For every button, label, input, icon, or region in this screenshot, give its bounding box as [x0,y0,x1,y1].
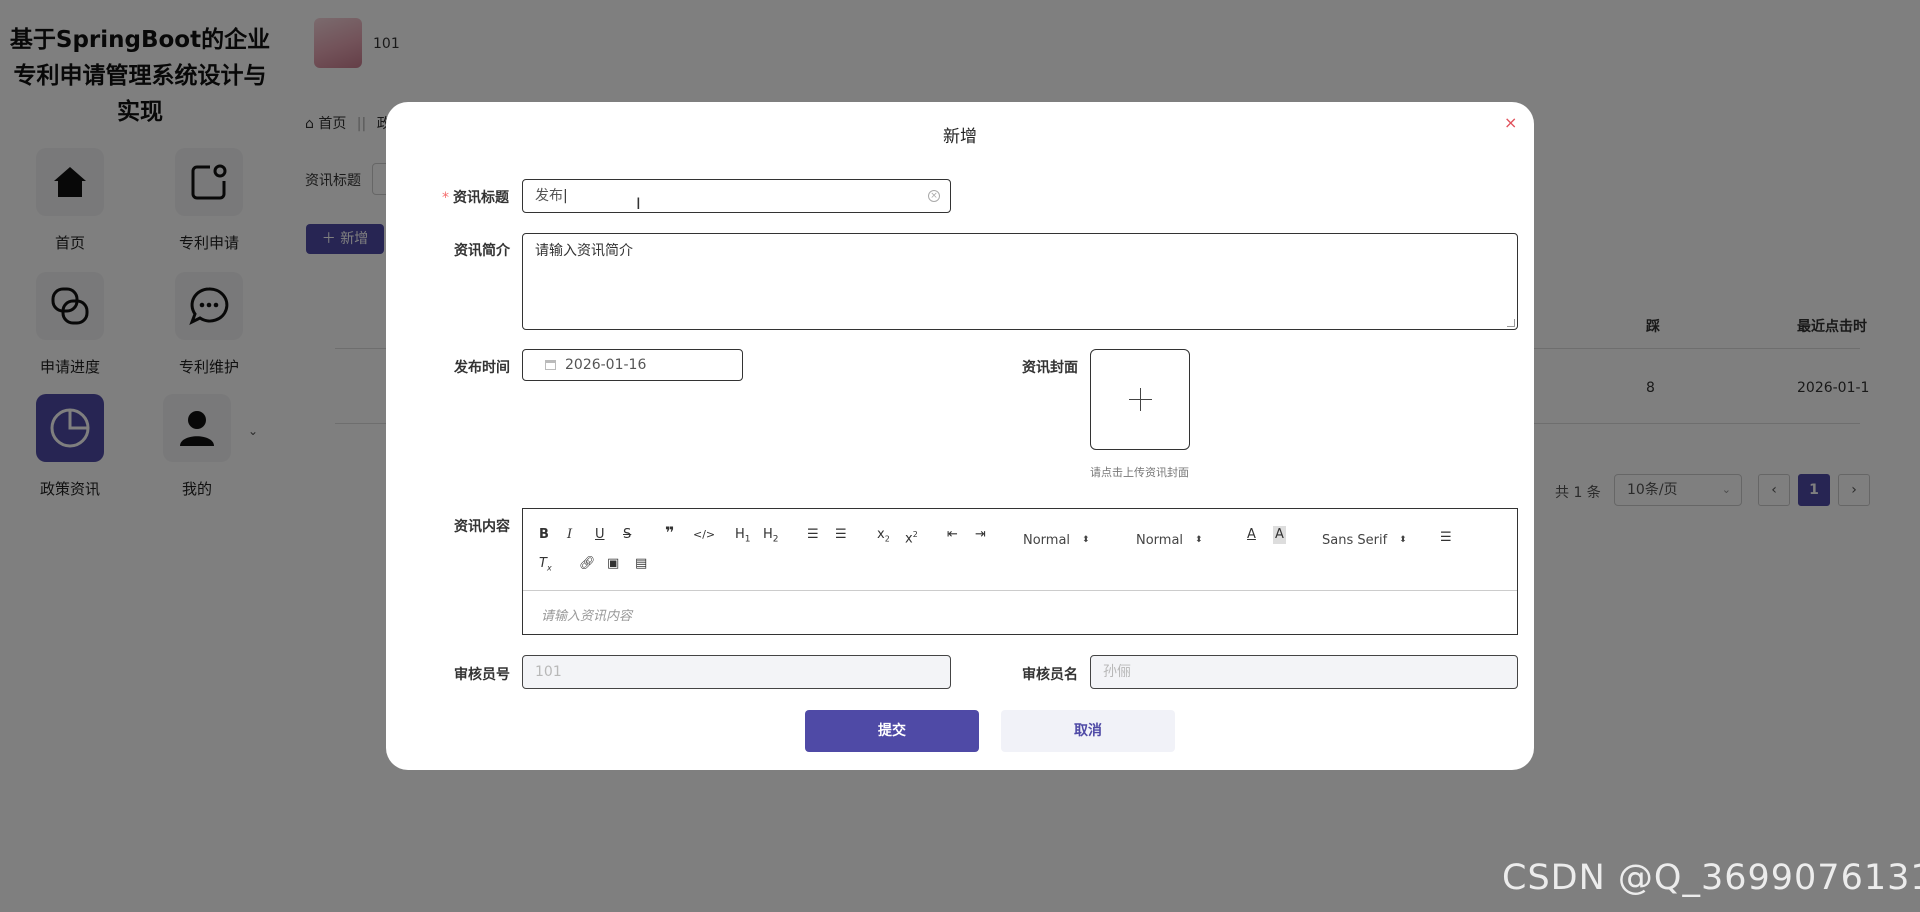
size-select[interactable]: Normal ⬍ [1136,531,1203,550]
underline-icon[interactable]: U [595,526,605,544]
header2-icon[interactable]: H2 [763,526,779,549]
calendar-icon [545,360,556,370]
auditor-id-label: 审核员号 [454,667,510,683]
submit-button[interactable]: 提交 [805,710,979,752]
auditor-name-input: 孙俪 [1090,655,1518,689]
font-color-icon[interactable]: A [1247,526,1256,544]
title-label: * 资讯标题 [442,190,509,206]
video-insert-icon[interactable]: ▤ [635,555,647,573]
close-icon[interactable]: × [1504,113,1517,132]
header1-icon[interactable]: H1 [735,526,751,549]
code-block-icon[interactable]: </> [693,526,715,544]
add-dialog: 新增 × * 资讯标题 发布| I × 资讯简介 请输入资讯简介 发布时间 202… [386,102,1534,770]
header-select[interactable]: Normal ⬍ [1023,531,1090,550]
italic-icon[interactable]: I [567,526,572,544]
clear-format-icon[interactable]: Tx [539,555,552,578]
required-asterisk: * [442,190,449,206]
bullet-list-icon[interactable]: ☰ [835,526,847,544]
watermark: CSDN @Q_3699076131 [1502,858,1920,898]
blockquote-icon[interactable]: ❞ [665,524,674,542]
subscript-icon[interactable]: x2 [877,526,890,549]
clear-icon[interactable]: × [928,190,940,202]
link-insert-icon[interactable]: 🔗︎ [579,555,596,573]
bold-icon[interactable]: B [539,526,549,544]
background-color-icon[interactable]: A [1273,526,1286,544]
cover-upload[interactable] [1090,349,1190,450]
summary-textarea[interactable]: 请输入资讯简介 [522,233,1518,330]
rich-text-editor: B I U S ❞ </> H1 H2 ☰ ☰ x2 x2 ⇤ ⇥ Normal… [522,508,1518,635]
title-input[interactable]: 发布| I × [522,179,951,213]
resize-handle[interactable] [1507,319,1515,327]
superscript-icon[interactable]: x2 [905,526,918,548]
editor-toolbar: B I U S ❞ </> H1 H2 ☰ ☰ x2 x2 ⇤ ⇥ Normal… [523,509,1517,591]
ordered-list-icon[interactable]: ☰ [807,526,819,544]
publish-time-label: 发布时间 [454,360,510,376]
auditor-id-input: 101 [522,655,951,689]
font-select[interactable]: Sans Serif ⬍ [1322,531,1407,550]
content-label: 资讯内容 [454,519,510,535]
cancel-button[interactable]: 取消 [1001,710,1175,752]
text-cursor-icon: I [636,194,641,213]
align-icon[interactable]: ☰ [1440,529,1452,547]
publish-date-picker[interactable]: 2026-01-16 [522,349,743,381]
indent-icon[interactable]: ⇥ [975,526,986,544]
cover-upload-hint: 请点击上传资讯封面 [1090,466,1189,479]
editor-content[interactable]: 请输入资讯内容 [541,605,632,624]
dialog-title: 新增 [943,127,977,147]
strike-icon[interactable]: S [623,526,631,544]
auditor-name-label: 审核员名 [1022,667,1078,683]
cover-label: 资讯封面 [1022,360,1078,376]
summary-label: 资讯简介 [454,243,510,259]
image-insert-icon[interactable]: ▣ [607,555,619,573]
outdent-icon[interactable]: ⇤ [947,526,958,544]
